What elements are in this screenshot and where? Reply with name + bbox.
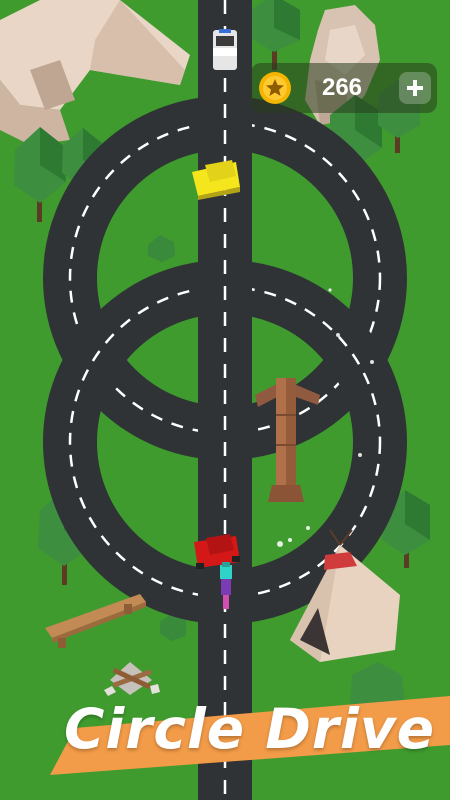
game-title: Circle Drive: [64, 697, 436, 761]
coin-count: 266: [321, 74, 363, 101]
coin-panel: 266: [251, 63, 437, 113]
straight-road: [198, 0, 252, 800]
police-car: [213, 29, 237, 70]
plus-icon: [407, 80, 423, 96]
star-coin-icon: [259, 72, 291, 104]
add-coins-button[interactable]: [399, 72, 431, 104]
game-screen[interactable]: 266 Circle Drive: [0, 0, 450, 800]
game-scene[interactable]: [0, 0, 450, 800]
